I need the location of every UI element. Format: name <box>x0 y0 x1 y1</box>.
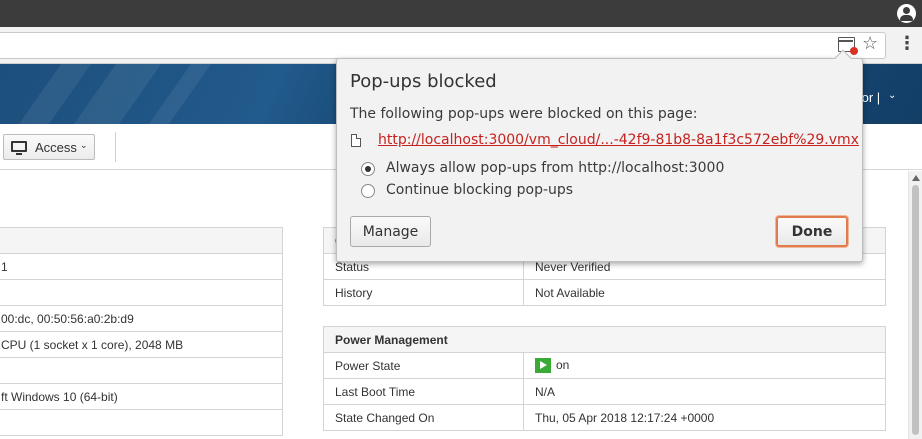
radio-always-allow[interactable] <box>361 162 375 176</box>
header-decoration <box>148 64 212 124</box>
monitor-icon <box>11 141 27 155</box>
manage-button[interactable]: Manage <box>350 216 431 247</box>
scrollbar-thumb[interactable] <box>912 185 919 435</box>
chevron-down-icon[interactable]: ⌄ <box>888 90 896 101</box>
vertical-scrollbar[interactable] <box>908 171 922 439</box>
table-header <box>0 227 283 254</box>
person-icon[interactable] <box>897 4 916 23</box>
chevron-down-icon: ⌄ <box>80 140 88 150</box>
scroll-up-icon[interactable] <box>912 175 920 181</box>
table-row: History Not Available <box>323 279 886 306</box>
table-cell <box>0 409 283 436</box>
row-label: History <box>323 279 524 306</box>
done-button[interactable]: Done <box>776 216 848 247</box>
row-value: on <box>523 352 886 379</box>
radio-always-allow-label[interactable]: Always allow pop-ups from http://localho… <box>386 160 724 176</box>
popup-title: Pop-ups blocked <box>350 71 497 92</box>
table-cell: CPU (1 socket x 1 core), 2048 MB <box>0 331 283 358</box>
blocked-popup-link[interactable]: http://localhost:3000/vm_cloud/...-42f9-… <box>378 132 859 148</box>
row-label: Power State <box>323 352 524 379</box>
power-management-table: Power Management Power State on Last Boo… <box>323 326 886 431</box>
properties-table: 1 00:dc, 00:50:56:a0:2b:d9 CPU (1 socket… <box>0 227 283 436</box>
toolbar-divider <box>115 132 116 162</box>
row-label: State Changed On <box>323 404 524 431</box>
table-row: Power State on <box>323 352 886 379</box>
power-on-icon <box>535 358 551 374</box>
table-header: Power Management <box>323 326 886 353</box>
file-icon <box>351 134 361 147</box>
row-label: Last Boot Time <box>323 378 524 405</box>
popup-message: The following pop-ups were blocked on th… <box>350 106 698 122</box>
browser-titlebar <box>0 0 922 27</box>
popup-blocked-bubble: Pop-ups blocked The following pop-ups we… <box>336 49 863 262</box>
table-cell: 00:dc, 00:50:56:a0:2b:d9 <box>0 305 283 332</box>
power-state-value: on <box>556 357 570 372</box>
row-value: Thu, 05 Apr 2018 12:17:24 +0000 <box>523 404 886 431</box>
table-cell <box>0 357 283 384</box>
row-value: N/A <box>523 378 886 405</box>
access-button-label: Access <box>35 140 77 155</box>
address-bar[interactable] <box>0 32 886 59</box>
table-cell: ft Windows 10 (64-bit) <box>0 383 283 410</box>
star-icon[interactable]: ☆ <box>862 33 878 55</box>
access-button[interactable]: Access ⌄ <box>3 134 95 160</box>
table-cell: 1 <box>0 253 283 280</box>
radio-continue-blocking-label[interactable]: Continue blocking pop-ups <box>386 182 573 198</box>
kebab-menu-icon[interactable]: ⋮ <box>898 33 916 55</box>
header-decoration <box>73 64 162 124</box>
row-value: Not Available <box>523 279 886 306</box>
table-row: State Changed On Thu, 05 Apr 2018 12:17:… <box>323 404 886 431</box>
radio-continue-blocking[interactable] <box>361 184 375 198</box>
popup-blocked-icon[interactable] <box>838 37 858 55</box>
table-cell <box>0 279 283 306</box>
table-row: Last Boot Time N/A <box>323 378 886 405</box>
